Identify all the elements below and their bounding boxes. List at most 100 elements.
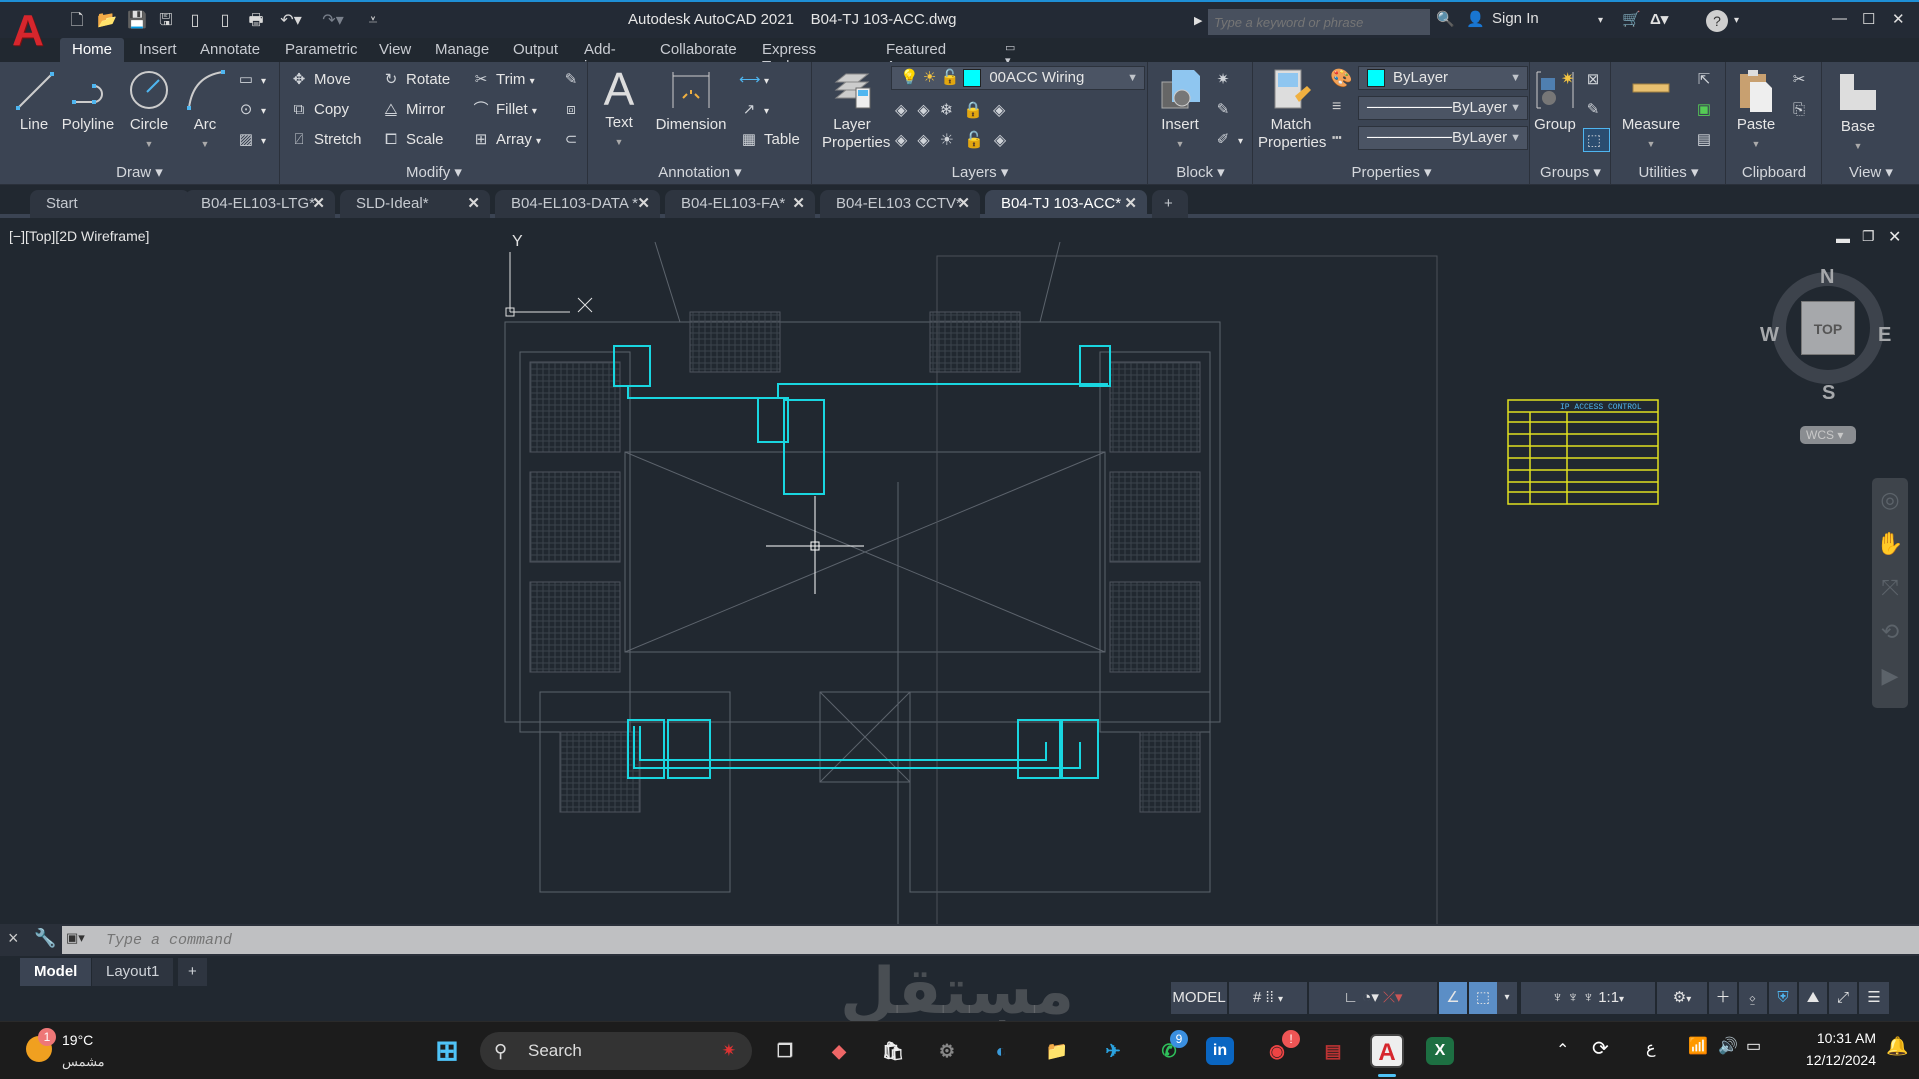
tab-insert[interactable]: Insert xyxy=(127,38,189,62)
make-current-icon[interactable]: ◈ xyxy=(917,102,939,119)
fillet-button[interactable]: ⌒ Fillet ▾ xyxy=(471,98,536,122)
maximize-window-button[interactable]: ☐ xyxy=(1862,10,1875,28)
group-selection-toggle[interactable]: ⬚ xyxy=(1583,128,1610,152)
layer-freeze-icon[interactable]: ❄ xyxy=(940,102,963,119)
winrar-icon[interactable]: ▤ xyxy=(1316,1034,1350,1068)
measure-button[interactable]: Measure ▼ xyxy=(1616,68,1686,153)
cart-icon[interactable]: 🛒 xyxy=(1622,10,1641,28)
copy-clip-button[interactable]: ⎘ xyxy=(1789,98,1814,122)
tab-express-tools[interactable]: Express Tools xyxy=(750,38,828,75)
object-color-dropdown[interactable]: ByLayer ▼ xyxy=(1358,66,1528,90)
showmotion-icon[interactable]: ▶ xyxy=(1872,654,1908,698)
layer-lock-icon[interactable]: 🔒 xyxy=(963,102,993,119)
weather-desc[interactable]: مشمس xyxy=(62,1054,105,1070)
clock-time[interactable]: 10:31 AM xyxy=(1800,1030,1876,1046)
show-hidden-icons[interactable]: ⌃ xyxy=(1556,1040,1569,1060)
wifi-icon[interactable]: 📶 xyxy=(1688,1036,1708,1056)
plot-icon[interactable]: 🖶 xyxy=(245,10,267,32)
utilities-panel-label[interactable]: Utilities ▾ xyxy=(1612,163,1725,181)
doc-tab[interactable]: B04-EL103-FA* ✕ xyxy=(665,190,815,218)
copilot-icon[interactable]: ◆ xyxy=(822,1034,856,1068)
polyline-button[interactable]: Polyline xyxy=(60,68,116,134)
ribbon-minimize-toggle[interactable]: ▭ ▾ xyxy=(993,38,1027,67)
clean-screen-toggle[interactable]: ⤢ xyxy=(1829,982,1857,1014)
group-edit-button[interactable]: ✎ xyxy=(1583,98,1608,122)
clock-date[interactable]: 12/12/2024 xyxy=(1788,1052,1876,1068)
view-panel-label[interactable]: View ▾ xyxy=(1823,163,1919,181)
layer-on-icon[interactable]: 💡 xyxy=(900,69,919,86)
autocad-logo[interactable]: A xyxy=(12,6,52,56)
select-all-button[interactable]: ▣ xyxy=(1694,98,1719,122)
sync-icon[interactable]: ⟳ xyxy=(1592,1036,1609,1061)
rotate-button[interactable]: ↻ Rotate xyxy=(381,68,451,92)
tab-add-ins[interactable]: Add-ins xyxy=(572,38,628,75)
doc-tab[interactable]: B04-EL103-DATA * ✕ xyxy=(495,190,660,218)
tab-annotate[interactable]: Annotate xyxy=(188,38,272,62)
help-icon[interactable]: ? xyxy=(1706,10,1728,32)
command-input[interactable] xyxy=(62,926,1919,954)
copy-button[interactable]: ⧉ Copy xyxy=(289,98,349,122)
block-panel-label[interactable]: Block ▾ xyxy=(1149,163,1252,181)
circle-button[interactable]: Circle ▼ xyxy=(124,68,174,153)
viewcube-top-face[interactable]: TOP xyxy=(1801,301,1855,355)
scale-button[interactable]: ⧠ Scale xyxy=(381,128,444,152)
units-toggle[interactable]: ⍚ xyxy=(1739,982,1767,1014)
osnap-tracking-toggle[interactable]: ∠ xyxy=(1439,982,1467,1014)
model-space-toggle[interactable]: MODEL xyxy=(1171,982,1227,1014)
circle-dropdown-icon[interactable]: ▼ xyxy=(145,139,154,149)
layer-properties-button[interactable]: Layer Properties xyxy=(817,68,890,152)
volume-icon[interactable]: 🔊 xyxy=(1718,1036,1738,1056)
explode-button[interactable]: ⧈ xyxy=(561,98,586,122)
tab-output[interactable]: Output xyxy=(501,38,570,62)
close-tab-icon[interactable]: ✕ xyxy=(467,194,480,212)
base-view-button[interactable]: Base ▼ xyxy=(1833,70,1883,155)
start-button[interactable]: ⊞ xyxy=(430,1034,464,1068)
ungroup-button[interactable]: ⊠ xyxy=(1583,68,1608,92)
isodraft-icon[interactable]: ⤫▾ xyxy=(1383,989,1403,1006)
osnap-dropdown[interactable]: ▾ xyxy=(1497,982,1517,1014)
annotation-monitor[interactable]: ＋ xyxy=(1709,982,1737,1014)
orbit-icon[interactable]: ⟲ xyxy=(1872,610,1908,654)
minimize-window-button[interactable]: — xyxy=(1832,10,1847,27)
close-tab-icon[interactable]: ✕ xyxy=(957,194,970,212)
thaw-all-icon[interactable]: ☀ xyxy=(940,132,964,149)
move-button[interactable]: ✥ Move xyxy=(289,68,351,92)
layer-dropdown-arrow-icon[interactable]: ▼ xyxy=(1127,67,1138,89)
sign-in-dropdown-icon[interactable]: ▾ xyxy=(1598,15,1603,26)
edit-block-button[interactable]: ✎ xyxy=(1213,98,1238,122)
doc-tab[interactable]: B04-EL103 CCTV* ✕ xyxy=(820,190,980,218)
grid-icon[interactable]: # xyxy=(1253,989,1261,1006)
microsoft-store-icon[interactable]: 🛍 xyxy=(876,1034,910,1068)
dimension-button[interactable]: Dimension xyxy=(653,68,729,134)
weather-temp[interactable]: 19°C xyxy=(62,1032,93,1048)
autodesk-a360-icon[interactable]: Δ▾ xyxy=(1650,10,1668,28)
customize-icon[interactable]: ⩡ xyxy=(362,10,384,32)
search-icon[interactable]: 🔍 xyxy=(1436,10,1455,28)
redo-icon[interactable]: ↷▾ xyxy=(318,10,348,32)
compass-south[interactable]: S xyxy=(1822,382,1835,405)
arc-dropdown-icon[interactable]: ▼ xyxy=(201,139,210,149)
match-properties-button[interactable]: Match Properties xyxy=(1258,68,1326,152)
annotation-panel-label[interactable]: Annotation ▾ xyxy=(589,163,811,181)
save-web-icon[interactable]: ▯ xyxy=(214,10,236,32)
auto-scale-icon[interactable]: ♆ xyxy=(1567,989,1578,1006)
insert-block-button[interactable]: Insert ▼ xyxy=(1155,68,1205,153)
create-block-button[interactable]: ✷ xyxy=(1213,68,1238,92)
tab-layout1[interactable]: Layout1 xyxy=(92,958,174,986)
linetype-dropdown[interactable]: ────────ByLayer ▼ xyxy=(1358,126,1528,150)
zoom-extents-icon[interactable]: ⤧ xyxy=(1872,566,1908,610)
groups-panel-label[interactable]: Groups ▾ xyxy=(1531,163,1610,181)
save-as-icon[interactable]: 🖫 xyxy=(155,10,177,32)
recent-commands-icon[interactable]: ▣▾ xyxy=(66,930,85,946)
layer-unlock-icon[interactable]: 🔓 xyxy=(940,69,959,86)
file-explorer-icon[interactable]: 📁 xyxy=(1040,1034,1074,1068)
hardware-acceleration[interactable]: ⛰ xyxy=(1799,982,1827,1014)
undo-icon[interactable]: ↶▾ xyxy=(276,10,306,32)
annotation-visibility-icon[interactable]: ♆ xyxy=(1552,989,1563,1006)
tab-collaborate[interactable]: Collaborate xyxy=(648,38,749,62)
telegram-icon[interactable]: ✈ xyxy=(1096,1034,1130,1068)
workspace-switch[interactable]: ⚙▾ xyxy=(1657,982,1707,1014)
save-icon[interactable]: 💾 xyxy=(126,10,148,32)
excel-icon[interactable]: X xyxy=(1426,1037,1454,1065)
snap-icon[interactable]: ⁞⁞ xyxy=(1265,989,1273,1006)
